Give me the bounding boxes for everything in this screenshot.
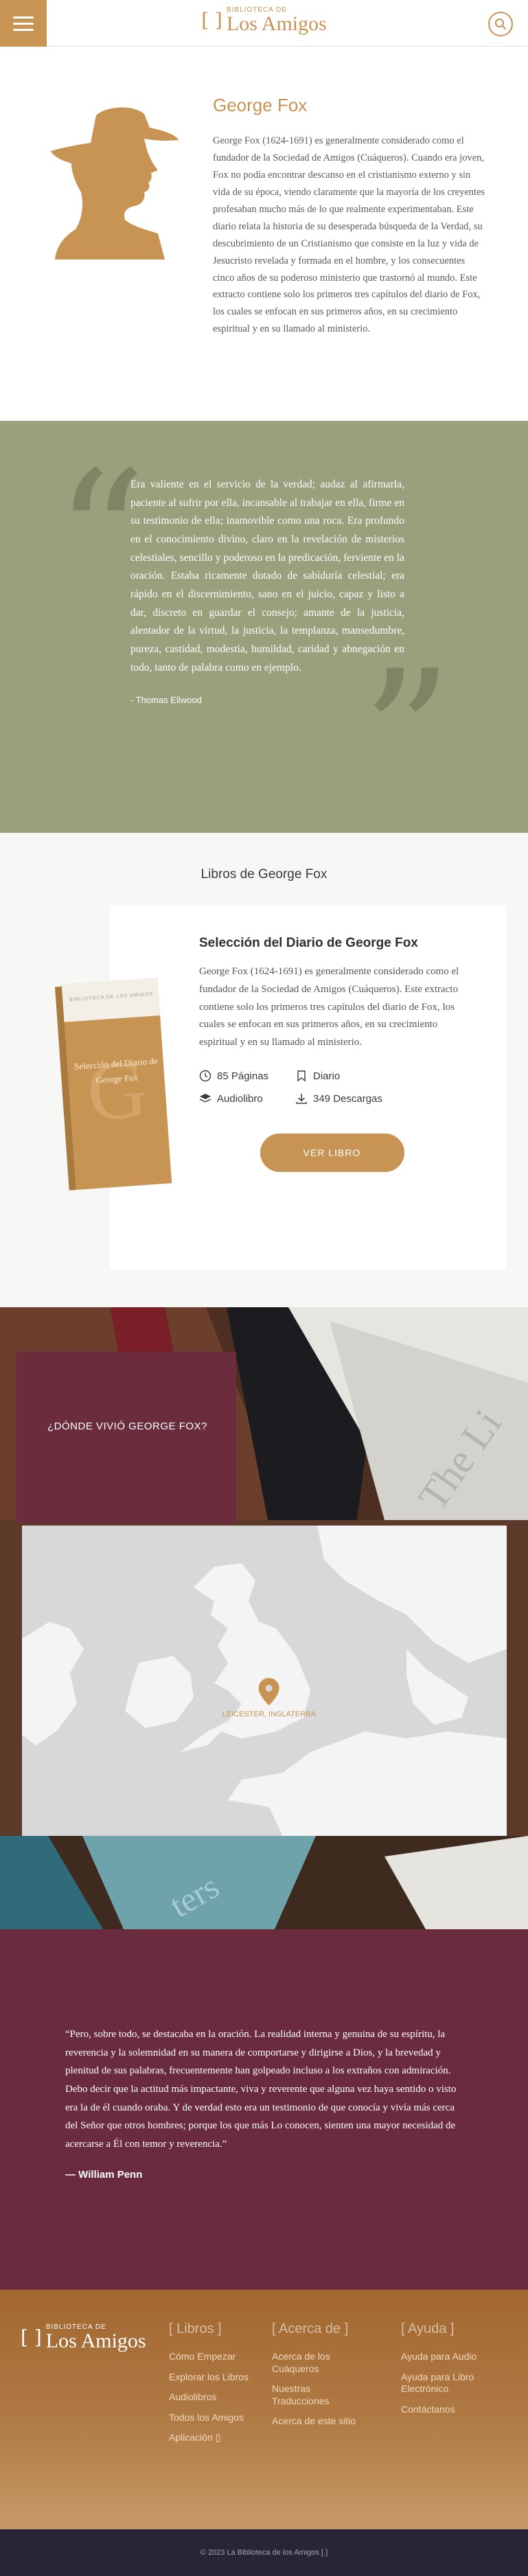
menu-button[interactable] <box>0 0 47 47</box>
penn-quote-author: — William Penn <box>65 2168 143 2181</box>
view-book-button[interactable]: VER LIBRO <box>260 1133 404 1172</box>
book-description: George Fox (1624-1691) es generalmente c… <box>199 966 459 1048</box>
site-header: [ ] BIBLIOTECA DE Los Amigos <box>0 0 528 47</box>
book-format-value: Audiolibro <box>217 1093 263 1105</box>
book-pages-value: 85 Páginas <box>217 1070 269 1082</box>
footer-heading-ayuda: [ Ayuda ] <box>401 2321 455 2336</box>
footer-link-traducciones[interactable]: Nuestras Traducciones <box>272 2383 368 2407</box>
books-section: Libros de George Fox G BIBLIOTECA DE LOS… <box>0 833 528 1307</box>
book-downloads-value: 349 Descargas <box>313 1093 382 1105</box>
footer-heading-libros: [ Libros ] <box>169 2321 222 2336</box>
location-map[interactable]: LEICESTER, INGLATERRA <box>22 1526 507 1837</box>
bookmark-icon <box>297 1070 306 1082</box>
footer-link-aplicacion[interactable]: Aplicación ▯ <box>169 2432 258 2444</box>
books-heading: Libros de George Fox <box>200 867 328 882</box>
location-heading: ¿DÓNDE VIVIÓ GEORGE FOX? <box>47 1421 207 1432</box>
footer-link-audiolibros[interactable]: Audiolibros <box>169 2391 258 2404</box>
hamburger-line <box>13 28 34 31</box>
book-category-value: Diario <box>313 1070 341 1082</box>
book-meta: 85 Páginas Diario Audiolibro 349 Descarg… <box>199 1070 465 1106</box>
search-button[interactable] <box>488 12 513 36</box>
hamburger-line <box>13 22 34 25</box>
logo-bracket-icon: [ ] <box>201 9 222 32</box>
copyright-bar: © 2023 La Biblioteca de los Amigos [.] <box>0 2529 528 2576</box>
book-cover[interactable]: G BIBLIOTECA DE LOS AMIGOS Selección del… <box>54 978 172 1191</box>
quote-text: Era valiente en el servicio de la verdad… <box>130 479 404 674</box>
footer-link-explorar[interactable]: Explorar los Libros <box>169 2371 258 2384</box>
footer-logo-big: Los Amigos <box>45 2330 146 2352</box>
book-downloads: 349 Descargas <box>295 1092 405 1106</box>
map-pin-icon <box>259 1678 279 1705</box>
author-silhouette-icon <box>51 107 179 260</box>
author-bio: George Fox (1624-1691) es generalmente c… <box>213 135 485 335</box>
hamburger-line <box>13 16 34 19</box>
footer-column-ayuda: [ Ayuda ] Ayuda para Audio Ayuda para Li… <box>401 2321 504 2424</box>
footer-link-acerca-sitio[interactable]: Acerca de este sitio <box>272 2415 368 2428</box>
location-heading-box: ¿DÓNDE VIVIÓ GEORGE FOX? <box>16 1352 236 1523</box>
book-category: Diario <box>295 1070 405 1083</box>
location-label: LEICESTER, INGLATERRA <box>222 1710 317 1718</box>
ellwood-quote-section: “ ” Era valiente en el servicio de la ve… <box>0 421 528 833</box>
footer-link-todos-amigos[interactable]: Todos los Amigos <box>169 2412 258 2424</box>
author-intro: George Fox George Fox (1624-1691) es gen… <box>0 47 528 421</box>
footer-heading-acerca: [ Acerca de ] <box>272 2321 349 2336</box>
clock-icon <box>199 1070 211 1082</box>
footer-link-acerca-cuaqueros[interactable]: Acerca de los Cuáqueros <box>272 2351 368 2375</box>
location-marker[interactable]: LEICESTER, INGLATERRA <box>222 1678 317 1718</box>
layers-icon <box>199 1094 211 1103</box>
footer-link-como-empezar[interactable]: Cómo Empezar <box>169 2351 258 2363</box>
footer-link-ayuda-audio[interactable]: Ayuda para Audio <box>401 2351 504 2363</box>
author-name: George Fox <box>213 95 308 115</box>
footer-logo-bracket-icon: [ ] <box>21 2326 42 2349</box>
footer-logo[interactable]: [ ] BIBLIOTECA DE Los Amigos <box>21 2324 146 2351</box>
footer-column-acerca: [ Acerca de ] Acerca de los Cuáqueros Nu… <box>272 2321 368 2436</box>
book-title[interactable]: Selección del Diario de George Fox <box>199 936 465 951</box>
penn-quote-text: “Pero, sobre todo, se destacaba en la or… <box>65 2029 457 2150</box>
site-footer: [ ] BIBLIOTECA DE Los Amigos [ Libros ] … <box>0 2290 528 2529</box>
penn-quote-section: “Pero, sobre todo, se destacaba en la or… <box>0 1929 528 2290</box>
book-format: Audiolibro <box>199 1092 295 1106</box>
author-portrait <box>48 95 185 380</box>
footer-link-contacto[interactable]: Contáctanos <box>401 2404 504 2416</box>
logo-big-text: Los Amigos <box>226 12 327 35</box>
footer-column-libros: [ Libros ] Cómo Empezar Explorar los Lib… <box>169 2321 258 2452</box>
footer-link-ayuda-ebook[interactable]: Ayuda para Libro Electrónico <box>401 2371 504 2395</box>
copyright-text: © 2023 La Biblioteca de los Amigos [.] <box>200 2549 328 2557</box>
site-logo[interactable]: [ ] BIBLIOTECA DE Los Amigos <box>201 7 327 34</box>
cover-title: Selección del Diario de George Fox <box>73 1055 159 1085</box>
location-section: The Li ¿DÓNDE VIVIÓ GEORGE FOX? LEICESTE… <box>0 1307 528 1929</box>
book-card: G BIBLIOTECA DE LOS AMIGOS Selección del… <box>54 906 506 1269</box>
books-photo-background-bottom: ters <box>0 1836 528 1929</box>
search-icon <box>495 19 506 30</box>
book-pages: 85 Páginas <box>199 1070 295 1083</box>
mobile-phone-icon: ▯ <box>215 2432 221 2443</box>
quote-author: - Thomas Ellwood <box>130 695 202 706</box>
download-icon <box>296 1094 307 1105</box>
